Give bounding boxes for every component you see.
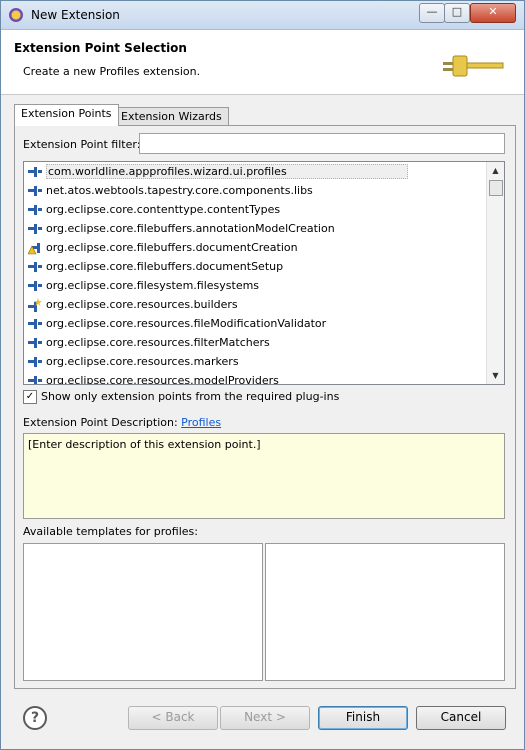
window-title: New Extension [31,8,120,22]
warning-plug-icon [27,241,42,255]
only-required-label: Show only extension points from the requ… [41,390,340,403]
extension-point-item[interactable]: org.eclipse.core.filebuffers.annotationM… [28,219,335,238]
description-text: [Enter description of this extension poi… [28,438,261,451]
scroll-up-arrow-icon[interactable]: ▲ [487,162,504,179]
plug-icon [28,165,42,179]
description-label: Extension Point Description: [23,416,178,429]
minimize-button[interactable]: — [419,3,445,23]
finish-button[interactable]: Finish [318,706,408,730]
plug-icon [28,203,42,217]
title-bar[interactable]: New Extension — □ ✕ [1,1,524,30]
list-vertical-scrollbar[interactable]: ▲ ▼ [486,162,504,384]
extension-point-item[interactable]: com.worldline.appprofiles.wizard.ui.prof… [28,162,408,181]
banner-title: Extension Point Selection [14,41,187,55]
extension-point-label: org.eclipse.core.resources.modelProvider… [46,374,279,385]
back-button[interactable]: < Back [128,706,218,730]
plug-icon [28,184,42,198]
scroll-thumb[interactable] [489,180,503,196]
star-plug-icon [28,298,42,312]
templates-list[interactable] [23,543,263,681]
profiles-link[interactable]: Profiles [181,416,221,429]
maximize-button[interactable]: □ [444,3,470,23]
extension-point-label: org.eclipse.core.resources.fileModificat… [46,317,327,330]
plug-icon [28,355,42,369]
plug-icon [28,260,42,274]
extension-point-label: org.eclipse.core.resources.filterMatcher… [46,336,270,349]
extension-point-item[interactable]: net.atos.webtools.tapestry.core.componen… [28,181,313,200]
tab-extension-wizards[interactable]: Extension Wizards [114,107,229,127]
extension-point-label: org.eclipse.core.filesystem.filesystems [46,279,260,292]
plug-banner-icon [443,55,504,77]
plug-icon [28,222,42,236]
templates-label: Available templates for profiles: [23,525,198,538]
banner-subtitle: Create a new Profiles extension. [23,65,201,78]
eclipse-icon [9,8,23,22]
extension-point-item[interactable]: org.eclipse.core.resources.modelProvider… [28,371,279,385]
extension-point-item[interactable]: org.eclipse.core.filebuffers.documentCre… [27,238,298,257]
template-description-box[interactable] [265,543,505,681]
description-label-row: Extension Point Description: Profiles [23,416,221,429]
tab-extension-points[interactable]: Extension Points [14,104,119,126]
extension-point-item[interactable]: org.eclipse.core.filesystem.filesystems [28,276,259,295]
extension-point-label: org.eclipse.core.filebuffers.annotationM… [46,222,335,235]
extension-point-item[interactable]: org.eclipse.core.resources.filterMatcher… [28,333,270,352]
plug-icon [28,374,42,384]
extension-point-list[interactable]: org.eclipse.core.resources.modelProvider… [23,161,505,385]
extension-point-item[interactable]: org.eclipse.core.contenttype.contentType… [28,200,280,219]
extension-point-filter-input[interactable] [139,133,505,154]
only-required-checkbox-row[interactable]: ✓ Show only extension points from the req… [23,390,339,404]
extension-point-label: org.eclipse.core.resources.markers [46,355,239,368]
scroll-down-arrow-icon[interactable]: ▼ [487,367,504,384]
filter-label: Extension Point filter: [23,138,141,151]
description-box[interactable]: [Enter description of this extension poi… [23,433,505,519]
only-required-checkbox[interactable]: ✓ [23,390,37,404]
plug-icon [28,279,42,293]
extension-point-item[interactable]: org.eclipse.core.filebuffers.documentSet… [28,257,283,276]
next-button[interactable]: Next > [220,706,310,730]
extension-point-label: org.eclipse.core.filebuffers.documentSet… [46,260,284,273]
cancel-button[interactable]: Cancel [416,706,506,730]
extension-point-label: com.worldline.appprofiles.wizard.ui.prof… [46,164,408,179]
plug-icon [28,336,42,350]
extension-point-item[interactable]: org.eclipse.core.resources.builders [28,295,238,314]
help-icon[interactable]: ? [23,706,47,730]
new-extension-dialog: New Extension — □ ✕ Extension Point Sele… [0,0,525,750]
close-button[interactable]: ✕ [470,3,516,23]
plug-icon [28,317,42,331]
extension-point-label: org.eclipse.core.filebuffers.documentCre… [46,241,298,254]
extension-point-item[interactable]: org.eclipse.core.resources.fileModificat… [28,314,326,333]
extension-point-label: org.eclipse.core.resources.builders [46,298,238,311]
extension-point-item[interactable]: org.eclipse.core.resources.markers [28,352,239,371]
wizard-banner: Extension Point Selection Create a new P… [1,30,524,95]
extension-point-label: net.atos.webtools.tapestry.core.componen… [46,184,313,197]
extension-point-label: org.eclipse.core.contenttype.contentType… [46,203,281,216]
